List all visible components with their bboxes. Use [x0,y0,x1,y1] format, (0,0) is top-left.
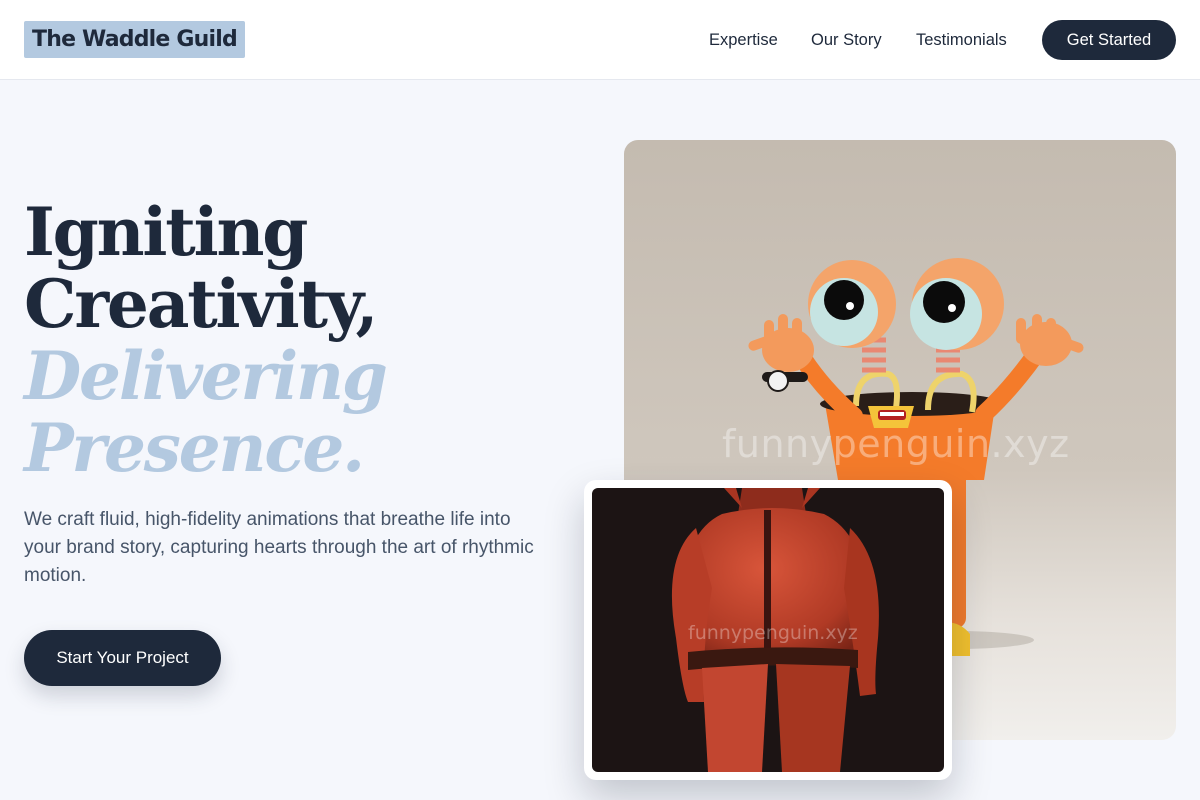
nav-link-our-story[interactable]: Our Story [811,30,882,50]
clay-figure-image: funnypenguin.xyz [592,488,944,772]
get-started-button[interactable]: Get Started [1042,20,1176,60]
start-project-button[interactable]: Start Your Project [24,630,221,686]
nav-link-expertise[interactable]: Expertise [709,30,778,50]
hero-subcopy: We craft fluid, high-fidelity animations… [24,509,534,586]
hero-image-watermark: funnypenguin.xyz [722,422,1070,466]
headline-line-2: Creativity, [24,265,379,343]
headline-accent-line-1: Delivering [24,337,388,415]
headline-accent-line-2: Presence. [24,409,365,487]
site-header: The Waddle Guild Expertise Our Story Tes… [0,0,1200,80]
feature-card-image: funnypenguin.xyz [584,480,952,780]
card-image-watermark: funnypenguin.xyz [688,622,858,644]
hero-headline: Igniting Creativity, Delivering Presence… [24,196,584,484]
brand-logo[interactable]: The Waddle Guild [24,21,245,58]
headline-line-1: Igniting [24,193,308,271]
nav-link-testimonials[interactable]: Testimonials [916,30,1007,50]
